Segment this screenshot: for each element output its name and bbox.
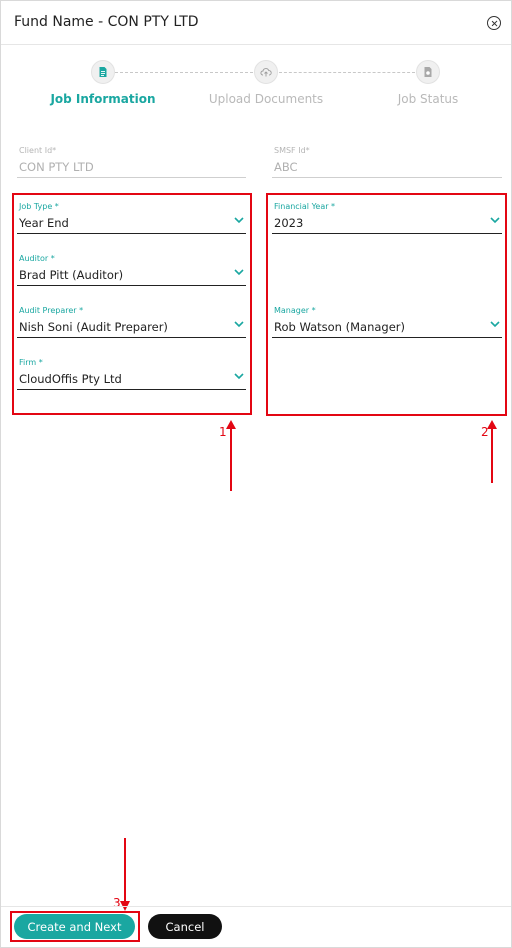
stepper-connector <box>279 72 415 73</box>
step-job-status-circle[interactable] <box>416 60 440 84</box>
annotation-box-left <box>12 193 252 415</box>
cloud-upload-icon <box>260 68 272 77</box>
step-upload-documents-label[interactable]: Upload Documents <box>201 92 331 106</box>
smsf-id-value: ABC <box>274 160 298 174</box>
step-job-information-circle[interactable] <box>91 60 115 84</box>
annotation-arrow-2 <box>487 420 497 483</box>
document-icon <box>99 67 107 77</box>
cancel-button[interactable]: Cancel <box>148 914 222 939</box>
smsf-id-label: SMSF Id* <box>274 146 310 155</box>
client-id-value: CON PTY LTD <box>19 160 94 174</box>
annotation-arrow-1 <box>226 420 236 491</box>
annotation-box-right <box>266 193 507 416</box>
close-icon[interactable] <box>487 16 501 30</box>
create-and-next-button[interactable]: Create and Next <box>14 914 135 939</box>
smsf-id-field: SMSF Id* ABC <box>272 146 502 182</box>
step-upload-documents-circle[interactable] <box>254 60 278 84</box>
client-id-label: Client Id* <box>19 146 57 155</box>
step-job-status-label[interactable]: Job Status <box>363 92 493 106</box>
job-dialog: Fund Name - CON PTY LTD Job Information … <box>0 0 512 948</box>
stepper-connector <box>115 72 253 73</box>
dialog-title: Fund Name - CON PTY LTD <box>14 14 199 30</box>
annotation-arrow-3 <box>120 838 130 911</box>
status-file-icon <box>424 67 432 77</box>
client-id-field: Client Id* CON PTY LTD <box>17 146 246 182</box>
step-job-information-label[interactable]: Job Information <box>38 92 168 106</box>
dialog-header: Fund Name - CON PTY LTD <box>1 1 511 45</box>
